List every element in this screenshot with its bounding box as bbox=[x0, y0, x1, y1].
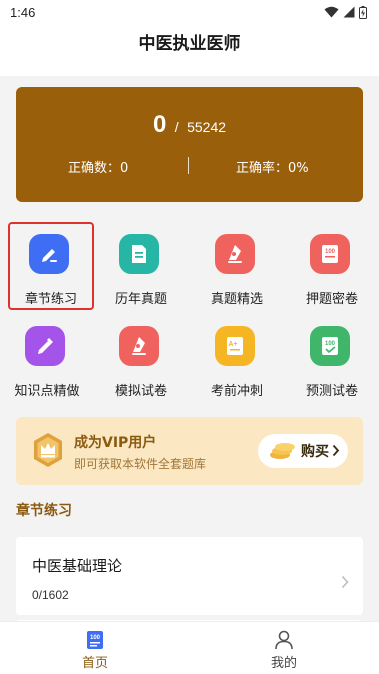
menu-final-sprint[interactable]: A+ 考前冲刺 bbox=[194, 314, 280, 402]
stats-separator: / bbox=[174, 119, 179, 135]
tab-home-label: 首页 bbox=[81, 656, 108, 671]
status-icons bbox=[324, 5, 367, 19]
stats-total-count: 55242 bbox=[187, 119, 227, 135]
menu-knowledge-points[interactable]: 知识点精做 bbox=[4, 314, 90, 402]
chapter-name: 中医基础理论 bbox=[32, 557, 123, 575]
menu-forecast-papers[interactable]: 100 预测试卷 bbox=[289, 314, 375, 402]
menu-label: 考前冲刺 bbox=[210, 384, 263, 399]
section-title: 章节练习 bbox=[16, 503, 72, 519]
title-bar: 中医执业医师 bbox=[0, 26, 379, 76]
stats-card: 0 / 55242 正确数：0 正确率：0% bbox=[16, 87, 363, 202]
signal-icon bbox=[343, 6, 355, 18]
menu-mock-exams[interactable]: 模拟试卷 bbox=[98, 314, 184, 402]
pen-nib-icon bbox=[215, 234, 255, 274]
vip-subtitle: 即可获取本软件全套题库 bbox=[74, 457, 207, 471]
pencil-icon bbox=[29, 234, 69, 274]
document-icon bbox=[119, 234, 159, 274]
exam-check-icon: 100 bbox=[310, 326, 350, 366]
menu-label: 历年真题 bbox=[114, 292, 167, 307]
stats-summary: 0 / 55242 bbox=[16, 111, 363, 139]
tab-home[interactable]: 100 首页 bbox=[45, 628, 145, 674]
svg-text:A+: A+ bbox=[228, 341, 237, 348]
wifi-icon bbox=[324, 6, 339, 18]
menu-label: 知识点精做 bbox=[14, 384, 80, 399]
stats-done-count: 0 bbox=[152, 111, 167, 138]
buy-button[interactable]: 购买 bbox=[258, 434, 348, 468]
vip-title: 成为VIP用户 bbox=[74, 435, 157, 451]
menu-label: 章节练习 bbox=[24, 292, 77, 307]
chevron-right-icon bbox=[332, 444, 340, 457]
chevron-right-icon bbox=[341, 575, 349, 589]
status-bar: 1:46 bbox=[0, 0, 379, 26]
menu-past-exams[interactable]: 历年真题 bbox=[98, 222, 184, 310]
menu-label: 真题精选 bbox=[210, 292, 263, 307]
pencil-icon bbox=[25, 326, 65, 366]
svg-text:100: 100 bbox=[325, 341, 336, 347]
svg-text:100: 100 bbox=[90, 635, 101, 641]
stats-divider bbox=[188, 157, 189, 174]
tab-mine-label: 我的 bbox=[270, 656, 297, 671]
bottom-tab-bar: 100 首页 我的 bbox=[0, 621, 379, 674]
menu-label: 押题密卷 bbox=[305, 292, 358, 307]
menu-selected-exams[interactable]: 真题精选 bbox=[194, 222, 280, 310]
svg-text:100: 100 bbox=[325, 249, 336, 255]
menu-chapter-practice[interactable]: 章节练习 bbox=[8, 222, 94, 310]
user-icon bbox=[275, 630, 293, 650]
menu-label: 预测试卷 bbox=[305, 384, 358, 399]
chapter-progress: 0/1602 bbox=[32, 588, 69, 602]
chapter-item[interactable]: 中医基础理论 0/1602 bbox=[16, 537, 363, 615]
pen-nib-icon bbox=[119, 326, 159, 366]
page-title: 中医执业医师 bbox=[138, 34, 241, 54]
battery-icon bbox=[359, 5, 367, 19]
crown-badge-icon bbox=[34, 433, 62, 467]
status-time: 1:46 bbox=[10, 5, 36, 20]
exam-paper-icon: A+ bbox=[215, 326, 255, 366]
buy-label: 购买 bbox=[301, 444, 329, 460]
correct-rate: 正确率：0% bbox=[236, 161, 309, 176]
menu-label: 模拟试卷 bbox=[114, 384, 167, 399]
tab-mine[interactable]: 我的 bbox=[234, 628, 334, 674]
coins-icon bbox=[270, 443, 295, 459]
vip-banner[interactable]: 成为VIP用户 即可获取本软件全套题库 购买 bbox=[16, 417, 363, 485]
correct-count: 正确数：0 bbox=[68, 161, 129, 176]
menu-predicted-papers[interactable]: 100 押题密卷 bbox=[289, 222, 375, 310]
score-100-icon: 100 bbox=[310, 234, 350, 274]
home-score-icon: 100 bbox=[87, 631, 103, 649]
